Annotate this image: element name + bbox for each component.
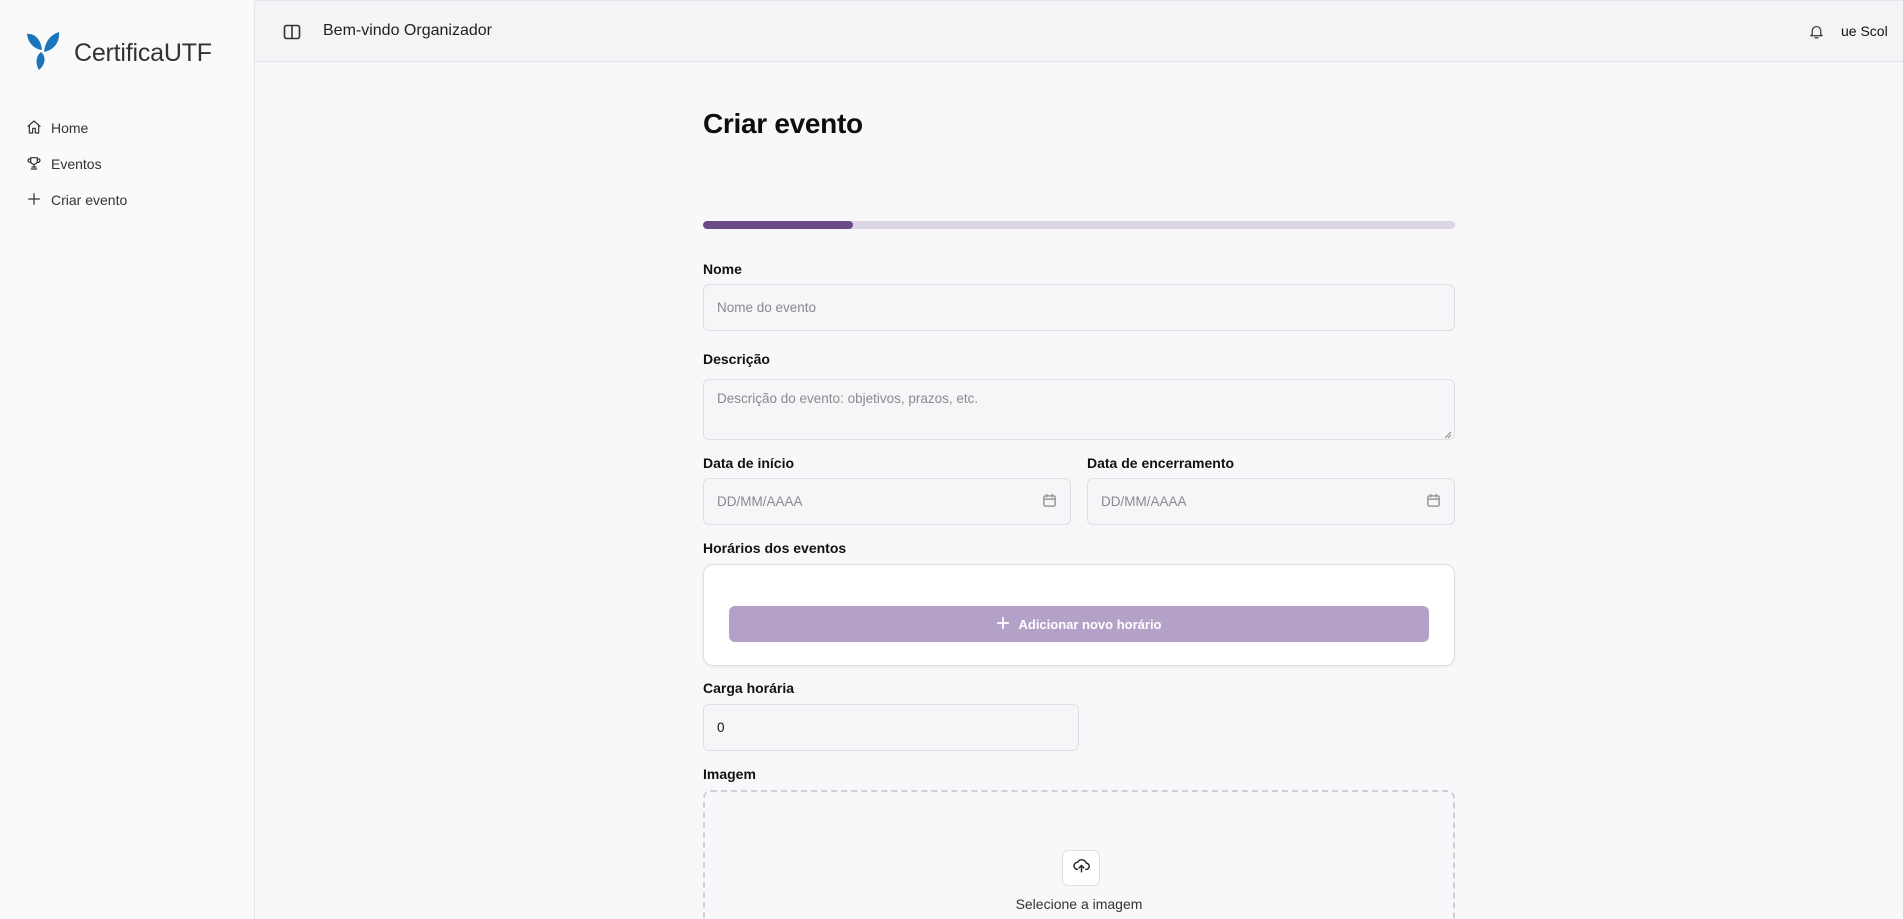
brand-name: CertificaUTF xyxy=(74,38,212,67)
imagem-label: Imagem xyxy=(703,766,756,782)
nome-field xyxy=(703,284,1455,331)
top-header: Bem-vindo Organizador ue Scol xyxy=(255,0,1903,62)
calendar-icon[interactable] xyxy=(1426,493,1441,508)
sidebar: CertificaUTF Home Eventos Criar evento xyxy=(0,0,255,919)
sidebar-nav: Home Eventos Criar evento xyxy=(26,110,127,218)
sidebar-item-eventos[interactable]: Eventos xyxy=(26,146,127,182)
upload-button[interactable] xyxy=(1062,850,1100,886)
brand[interactable]: CertificaUTF xyxy=(24,30,212,77)
data-inicio-input[interactable] xyxy=(704,479,1070,524)
progress-fill xyxy=(703,221,854,229)
resize-handle-icon[interactable] xyxy=(1442,427,1452,439)
data-encerramento-label: Data de encerramento xyxy=(1087,455,1235,471)
cloud-upload-icon xyxy=(1072,856,1091,880)
descricao-field xyxy=(703,379,1455,440)
home-icon xyxy=(26,119,42,138)
nome-input[interactable] xyxy=(704,285,1454,330)
sidebar-item-label: Home xyxy=(51,120,89,136)
calendar-icon[interactable] xyxy=(1042,493,1057,508)
logo-icon xyxy=(24,30,62,77)
user-name[interactable]: ue Scol xyxy=(1841,23,1903,39)
nome-label: Nome xyxy=(703,261,742,277)
data-encerramento-field xyxy=(1087,478,1455,525)
sidebar-item-criar-evento[interactable]: Criar evento xyxy=(26,182,127,218)
horarios-label: Horários dos eventos xyxy=(703,540,847,556)
data-encerramento-input[interactable] xyxy=(1088,479,1454,524)
carga-horaria-input[interactable] xyxy=(704,705,1078,750)
image-dropzone[interactable]: Selecione a imagem xyxy=(703,790,1455,919)
sidebar-item-home[interactable]: Home xyxy=(26,110,127,146)
progress-bar xyxy=(703,221,1455,229)
page-title: Criar evento xyxy=(703,108,863,139)
data-inicio-field xyxy=(703,478,1071,525)
upload-text: Selecione a imagem xyxy=(1015,896,1143,912)
schedule-box: Adicionar novo horário xyxy=(703,564,1455,666)
plus-icon xyxy=(996,616,1010,633)
sidebar-toggle-icon[interactable] xyxy=(283,23,301,41)
trophy-icon xyxy=(26,155,42,174)
carga-horaria-label: Carga horária xyxy=(703,680,795,696)
bell-icon[interactable] xyxy=(1808,23,1825,40)
carga-horaria-field xyxy=(703,704,1079,751)
descricao-textarea[interactable] xyxy=(704,380,1454,439)
plus-icon xyxy=(26,191,42,210)
add-schedule-button[interactable]: Adicionar novo horário xyxy=(729,606,1429,642)
descricao-label: Descrição xyxy=(703,351,770,367)
data-inicio-label: Data de início xyxy=(703,455,795,471)
sidebar-item-label: Criar evento xyxy=(51,192,128,208)
add-schedule-label: Adicionar novo horário xyxy=(1018,616,1162,632)
sidebar-item-label: Eventos xyxy=(51,156,102,172)
welcome-text: Bem-vindo Organizador xyxy=(323,22,492,39)
